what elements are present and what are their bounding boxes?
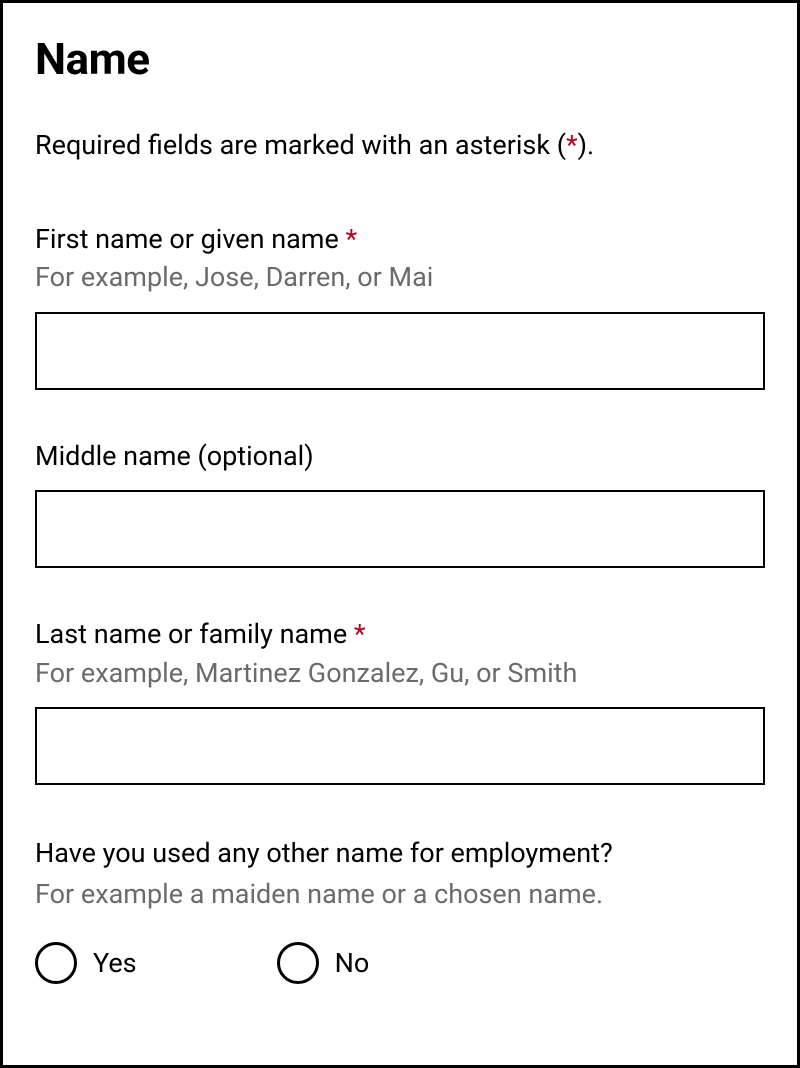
middle-name-group: Middle name (optional) <box>35 438 765 568</box>
radio-label-yes: Yes <box>93 947 137 979</box>
radio-options-row: Yes No <box>35 942 765 984</box>
middle-name-label: Middle name (optional) <box>35 438 765 474</box>
other-name-question-group: Have you used any other name for employm… <box>35 835 765 984</box>
first-name-input[interactable] <box>35 312 765 390</box>
last-name-input[interactable] <box>35 707 765 785</box>
required-note-prefix: Required fields are marked with an aster… <box>35 129 566 161</box>
first-name-label: First name or given name * <box>35 221 765 257</box>
middle-name-input[interactable] <box>35 490 765 568</box>
required-fields-note: Required fields are marked with an aster… <box>35 129 765 161</box>
last-name-hint: For example, Martinez Gonzalez, Gu, or S… <box>35 655 765 691</box>
last-name-label: Last name or family name * <box>35 616 765 652</box>
required-note-suffix: ). <box>578 129 595 161</box>
form-title: Name <box>35 33 765 85</box>
last-name-label-text: Last name or family name <box>35 618 354 650</box>
radio-option-yes[interactable]: Yes <box>35 942 137 984</box>
radio-option-no[interactable]: No <box>277 942 370 984</box>
other-name-question-hint: For example a maiden name or a chosen na… <box>35 876 765 912</box>
other-name-question-text: Have you used any other name for employm… <box>35 835 765 871</box>
first-name-hint: For example, Jose, Darren, or Mai <box>35 259 765 295</box>
asterisk-icon: * <box>354 618 366 650</box>
first-name-group: First name or given name * For example, … <box>35 221 765 390</box>
asterisk-icon: * <box>346 223 358 255</box>
last-name-group: Last name or family name * For example, … <box>35 616 765 785</box>
radio-circle-icon <box>277 942 319 984</box>
asterisk-icon: * <box>566 129 578 161</box>
radio-circle-icon <box>35 942 77 984</box>
first-name-label-text: First name or given name <box>35 223 346 255</box>
name-form: Name Required fields are marked with an … <box>0 0 800 1068</box>
radio-label-no: No <box>335 947 370 979</box>
